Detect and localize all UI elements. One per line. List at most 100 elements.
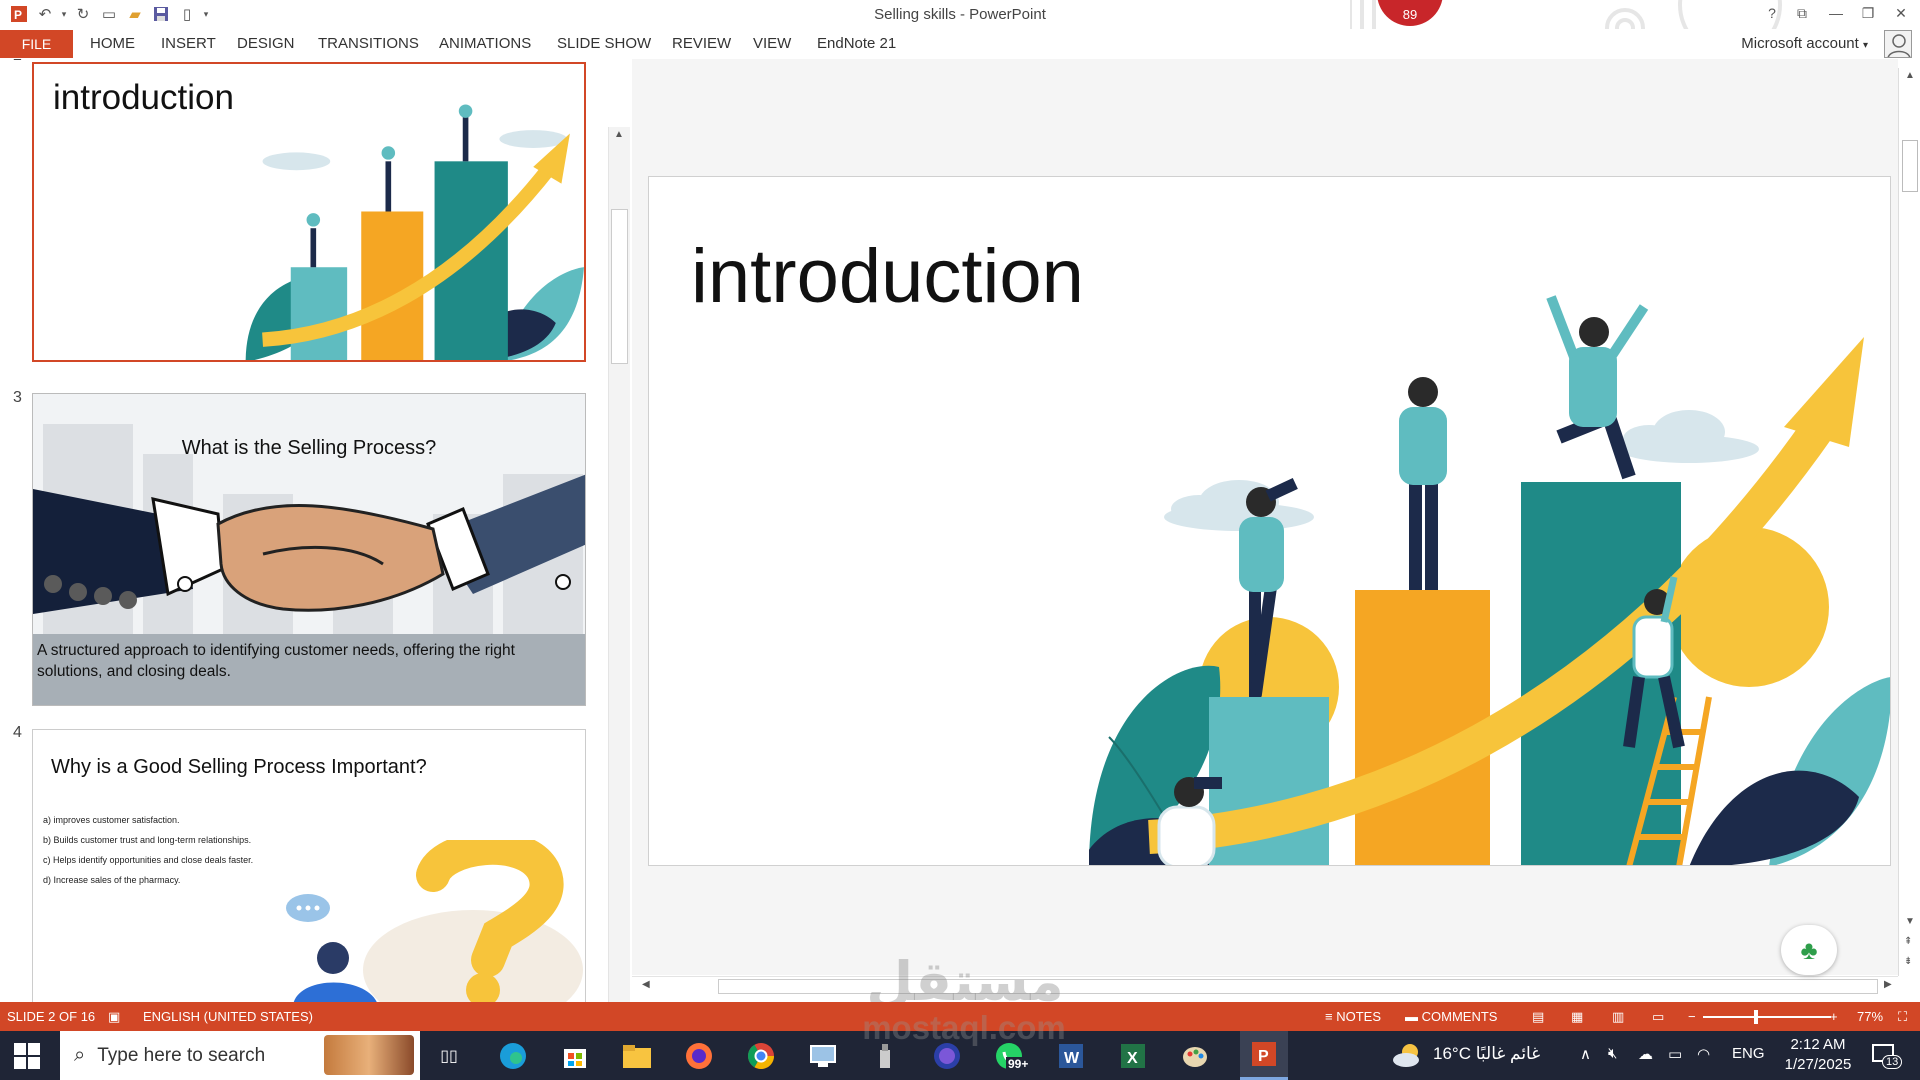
clover-icon: ♣ (1800, 934, 1818, 965)
slide-sorter-icon[interactable]: ▦ (1571, 1009, 1583, 1025)
minimize-icon[interactable]: — (1821, 2, 1851, 24)
scrollbar-thumb[interactable] (611, 209, 628, 364)
remote-desktop-icon[interactable] (806, 1039, 840, 1073)
scroll-left-icon[interactable]: ◀ (642, 979, 650, 990)
tab-design[interactable]: DESIGN (237, 35, 295, 52)
ribbon-tab-bar: FILE HOME INSERT DESIGN TRANSITIONS ANIM… (0, 29, 1920, 59)
notification-center-icon[interactable]: 13 (1870, 1041, 1903, 1071)
spell-check-icon[interactable]: ▣ (108, 1009, 120, 1025)
zoom-in-icon[interactable]: + (1830, 1009, 1838, 1024)
weather-icon[interactable] (1392, 1041, 1424, 1069)
zoom-slider[interactable] (1703, 1010, 1831, 1024)
show-hidden-icons-icon[interactable]: ∧ (1580, 1045, 1591, 1063)
paint-icon[interactable] (1178, 1039, 1212, 1073)
scroll-down-icon[interactable]: ▼ (1905, 916, 1915, 927)
slide-horizontal-scrollbar[interactable]: ◀ ▶ (632, 976, 1898, 996)
thumbnail-title: introduction (53, 78, 234, 117)
thumbnail-scrollbar[interactable]: ▲ ▼ (608, 127, 630, 1002)
chrome-icon[interactable] (744, 1039, 778, 1073)
weather-text[interactable]: 16°C غائم غالبًا (1433, 1044, 1540, 1064)
svg-text:P: P (1258, 1048, 1269, 1065)
slide-show-icon[interactable]: ▭ (1652, 1009, 1664, 1025)
slide-thumbnail-3[interactable]: What is the Selling Process? A structure… (32, 393, 586, 706)
zoom-out-icon[interactable]: − (1688, 1009, 1696, 1024)
search-highlight-image (324, 1035, 414, 1075)
previous-slide-icon[interactable]: ⇞ (1904, 936, 1912, 947)
help-icon[interactable]: ? (1757, 2, 1787, 24)
current-slide[interactable]: introduction (648, 176, 1891, 866)
reading-view-icon[interactable]: ▥ (1612, 1009, 1624, 1025)
zoom-level[interactable]: 77% (1857, 1009, 1883, 1024)
bullet-item: a) improves customer satisfaction. (43, 815, 180, 825)
watermark-arabic: مستقل (866, 952, 1064, 1012)
start-button[interactable] (14, 1043, 40, 1069)
fit-slide-icon[interactable]: ⛶ (1898, 1009, 1907, 1025)
notes-button[interactable]: ≡ NOTES (1325, 1009, 1381, 1024)
search-icon: ⌕ (74, 1044, 86, 1066)
zoom-slider-thumb[interactable] (1754, 1010, 1759, 1024)
task-view-icon[interactable]: ▯▯ (432, 1039, 466, 1073)
clock[interactable]: 2:12 AM 1/27/2025 (1778, 1035, 1858, 1075)
tab-view[interactable]: VIEW (753, 35, 791, 52)
excel-icon[interactable]: X (1116, 1039, 1150, 1073)
slide-number: 3 (13, 389, 22, 406)
clock-date: 1/27/2025 (1784, 1056, 1852, 1073)
onedrive-icon[interactable]: ☁ (1638, 1045, 1653, 1063)
edge-icon[interactable] (496, 1039, 530, 1073)
file-explorer-icon[interactable] (620, 1039, 654, 1073)
tab-home[interactable]: HOME (90, 35, 135, 52)
notes-label: NOTES (1336, 1009, 1382, 1024)
input-language[interactable]: ENG (1732, 1045, 1765, 1062)
scroll-up-icon[interactable]: ▲ (614, 129, 624, 140)
slide-thumbnail-pane: 2 introduction 3 (0, 59, 630, 1002)
comments-label: COMMENTS (1421, 1009, 1498, 1024)
tab-animations[interactable]: ANIMATIONS (439, 35, 531, 52)
whatsapp-badge: 99+ (1006, 1057, 1031, 1071)
ribbon-display-options-icon[interactable]: ⧉ (1787, 2, 1817, 24)
watermark: مستقل (840, 955, 1090, 1009)
slide-thumbnail-4[interactable]: Why is a Good Selling Process Important?… (32, 729, 586, 1002)
slide-title[interactable]: introduction (691, 233, 1084, 320)
tab-insert[interactable]: INSERT (161, 35, 216, 52)
question-mark-illustration (273, 830, 585, 1002)
add-in-assistant-button[interactable]: ♣ (1781, 925, 1837, 975)
scrollbar-thumb[interactable] (1902, 140, 1918, 192)
firefox-icon[interactable] (682, 1039, 716, 1073)
scroll-up-icon[interactable]: ▲ (1905, 70, 1915, 81)
store-icon[interactable] (558, 1039, 592, 1073)
thumbnail-body: A structured approach to identifying cus… (37, 642, 515, 680)
restore-icon[interactable]: ❐ (1853, 2, 1883, 24)
wifi-icon[interactable]: ◠ (1697, 1045, 1710, 1063)
language-indicator[interactable]: ENGLISH (UNITED STATES) (143, 1009, 313, 1024)
scroll-right-icon[interactable]: ▶ (1884, 979, 1892, 990)
volume-muted-icon[interactable]: 🔇︎ (1608, 1045, 1617, 1062)
tab-slide-show[interactable]: SLIDE SHOW (557, 35, 651, 52)
svg-text:X: X (1127, 1050, 1138, 1067)
search-input[interactable]: Type here to search (97, 1045, 265, 1067)
tab-transitions[interactable]: TRANSITIONS (318, 35, 419, 52)
battery-icon[interactable]: ▭ (1668, 1045, 1682, 1063)
taskbar-search[interactable]: ⌕ Type here to search (60, 1031, 420, 1080)
watermark-latin: mostaql.com (862, 1009, 1066, 1046)
slide-number: 4 (13, 724, 22, 741)
tab-endnote[interactable]: EndNote 21 (817, 35, 896, 52)
next-slide-icon[interactable]: ⇟ (1904, 956, 1912, 967)
windows-taskbar: ⌕ Type here to search ▯▯ 99+ W X P 16°C … (0, 1009, 1920, 1080)
close-icon[interactable]: ✕ (1886, 2, 1916, 24)
bullet-item: c) Helps identify opportunities and clos… (43, 855, 254, 865)
comments-button[interactable]: ▬ COMMENTS (1405, 1009, 1497, 1024)
slide-thumbnail-2[interactable]: introduction (32, 62, 586, 362)
avatar[interactable] (1884, 30, 1912, 58)
slide-vertical-scrollbar[interactable]: ▲ ▼ ⇞ ⇟ (1898, 68, 1920, 976)
slide-counter[interactable]: SLIDE 2 OF 16 (7, 1009, 95, 1024)
thumbnail-bullets: a) improves customer satisfaction. b) Bu… (43, 810, 253, 890)
normal-view-icon[interactable]: ▤ (1532, 1009, 1544, 1025)
powerpoint-taskbar-icon[interactable]: P (1240, 1031, 1288, 1080)
handshake-illustration (33, 444, 585, 614)
tab-review[interactable]: REVIEW (672, 35, 731, 52)
tab-file[interactable]: FILE (0, 30, 73, 58)
bullet-item: d) Increase sales of the pharmacy. (43, 875, 181, 885)
account-label: Microsoft account (1741, 35, 1859, 52)
account-menu[interactable]: Microsoft account ▾ (1741, 35, 1868, 52)
thumbnail-title: Why is a Good Selling Process Important? (51, 756, 427, 778)
